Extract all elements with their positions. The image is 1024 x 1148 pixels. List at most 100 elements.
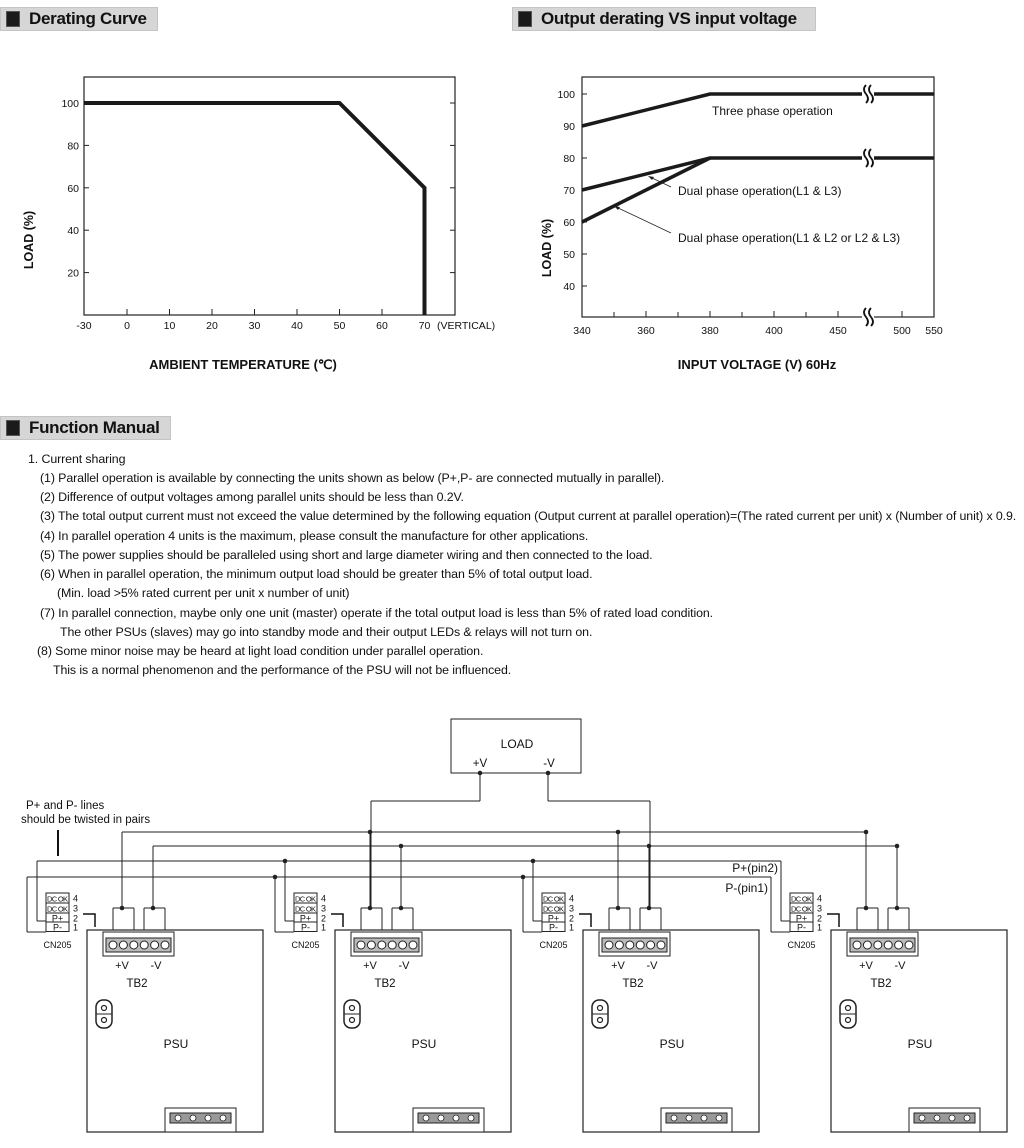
x-tick-label: 450 (829, 325, 847, 337)
cn205-label: CN205 (43, 940, 71, 950)
y-tick-label: 100 (61, 98, 79, 110)
terminal-screw-icon (700, 1114, 708, 1122)
dcok-bracket (331, 913, 344, 927)
plot-frame (83, 76, 456, 316)
terminal-screw-icon (685, 1114, 693, 1122)
pminus-line-label: P-(pin1) (725, 881, 768, 895)
x-tick-label: 70 (419, 320, 431, 332)
y-axis-label: LOAD (%) (540, 219, 554, 277)
tb2-label: TB2 (126, 978, 147, 990)
terminal-screw-icon (387, 940, 397, 950)
x-tick-label: 40 (291, 320, 303, 332)
cn205-label: CN205 (291, 940, 319, 950)
y-tick-label: 80 (67, 140, 79, 152)
cn205-pin-number: 1 (73, 923, 78, 933)
load-plus-label: +V (473, 758, 488, 770)
x-tick-label: 380 (701, 325, 719, 337)
x-tick-label: 500 (893, 325, 911, 337)
terminal-screw-icon (189, 1114, 197, 1122)
derating-chart: LOAD (%) AMBIENT TEMPERATURE (℃) (VERTIC… (22, 76, 495, 372)
derating-line (84, 101, 427, 315)
cn205-pin-label: DC OK (543, 895, 564, 904)
x-axis-label: AMBIENT TEMPERATURE (℃) (149, 357, 337, 372)
junction-dot (894, 843, 900, 849)
cn205-pin-number: 3 (569, 904, 574, 914)
terminal-screw-icon (150, 940, 160, 950)
y-tick-label: 70 (563, 185, 575, 197)
terminal-screw-icon (625, 940, 635, 950)
x-tick-label: 340 (573, 325, 591, 337)
terminal-screw-icon (656, 940, 666, 950)
cn205-pin-number: 1 (817, 923, 822, 933)
cn205-pin-label: DC OK (47, 905, 68, 914)
junction-dot (272, 874, 278, 880)
cn205-pin-number: 3 (73, 904, 78, 914)
y-tick-label: 90 (563, 121, 575, 133)
twist-note: P+ and P- lines (26, 800, 105, 812)
y-tick-label: 40 (563, 281, 575, 293)
series-label-three-phase: Three phase operation (712, 104, 833, 118)
cn205-pin-number: 3 (817, 904, 822, 914)
terminal-screw-icon (204, 1114, 212, 1122)
cn205-pin-label: DC OK (295, 895, 316, 904)
cn205-pin-number: 1 (569, 923, 574, 933)
junction-dot (530, 858, 536, 864)
psu-label: PSU (908, 1037, 933, 1051)
terminal-screw-icon (160, 940, 170, 950)
axis-break-icon (862, 148, 874, 168)
y-axis-label: LOAD (%) (22, 211, 36, 269)
input-voltage-chart: LOAD (%) INPUT VOLTAGE (V) 60Hz Three ph… (540, 76, 943, 372)
terminal-screw-icon (715, 1114, 723, 1122)
terminal-screw-icon (873, 940, 883, 950)
terminal-screw-icon (437, 1114, 445, 1122)
pointer-arrow (614, 206, 672, 234)
terminal-screw-icon (852, 940, 862, 950)
cn205-pin-label: P- (53, 923, 62, 933)
terminal-screw-icon (963, 1114, 971, 1122)
terminal-screw-icon (452, 1114, 460, 1122)
x-tick-label: 550 (925, 325, 943, 337)
tb2-minus-label: -V (399, 960, 411, 972)
tb2-minus-label: -V (647, 960, 659, 972)
cn205-pin-label: P- (301, 923, 310, 933)
tb2-label: TB2 (622, 978, 643, 990)
x-tick-label: 30 (249, 320, 261, 332)
terminal-screw-icon (174, 1114, 182, 1122)
terminal-screw-icon (918, 1114, 926, 1122)
cn205-label: CN205 (539, 940, 567, 950)
adjust-pot-icon (839, 999, 857, 1029)
x-tick-label: 10 (164, 320, 176, 332)
y-tick-label: 100 (557, 89, 575, 101)
cn205-pin-label: DC OK (47, 895, 68, 904)
cn205-pin-label: P- (549, 923, 558, 933)
terminal-screw-icon (108, 940, 118, 950)
x-tick-label: 360 (637, 325, 655, 337)
tb2-plus-label: +V (859, 960, 873, 972)
terminal-screw-icon (219, 1114, 227, 1122)
tb2-plus-label: +V (611, 960, 625, 972)
psu-unit-3: DC OK 4DC OK 3P+ 2P- 1CN205+V -VTB2PSU (520, 829, 760, 1133)
terminal-screw-icon (467, 1114, 475, 1122)
terminal-screw-icon (398, 940, 408, 950)
terminal-screw-icon (646, 940, 656, 950)
tb2-label: TB2 (374, 978, 395, 990)
terminal-screw-icon (129, 940, 139, 950)
psu-label: PSU (660, 1037, 685, 1051)
y-tick-label: 60 (563, 217, 575, 229)
cn205-pin-label: DC OK (543, 905, 564, 914)
terminal-screw-icon (670, 1114, 678, 1122)
x-tick-label: 50 (334, 320, 346, 332)
psu-label: PSU (164, 1037, 189, 1051)
terminal-screw-icon (118, 940, 128, 950)
psu-box (334, 929, 512, 1133)
dcok-bracket (579, 913, 592, 927)
terminal-screw-icon (635, 940, 645, 950)
terminal-screw-icon (377, 940, 387, 950)
twist-note: should be twisted in pairs (21, 814, 150, 826)
series-label-dual-l1-l2: Dual phase operation(L1 & L2 or L2 & L3) (678, 231, 900, 245)
cn205-label: CN205 (787, 940, 815, 950)
x-axis-annotation: (VERTICAL) (437, 320, 495, 332)
junction-dot (863, 829, 869, 835)
figures-canvas: LOAD (%) AMBIENT TEMPERATURE (℃) (VERTIC… (21, 76, 1008, 1133)
junction-dot (282, 858, 288, 864)
